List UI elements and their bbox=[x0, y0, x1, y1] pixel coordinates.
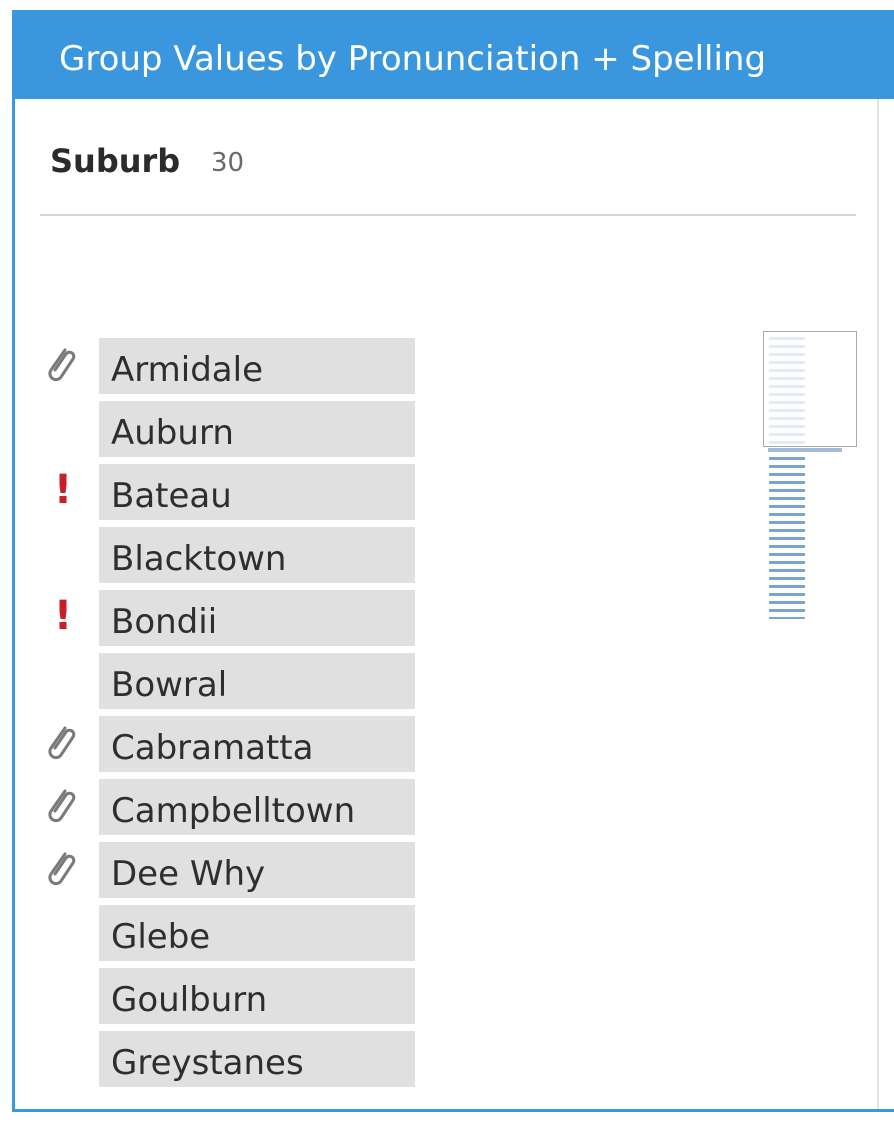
value-row: Glebe bbox=[40, 903, 420, 966]
paperclip-icon bbox=[40, 340, 80, 388]
value-row: Greystanes bbox=[40, 1029, 420, 1092]
value-row: Campbelltown bbox=[40, 777, 420, 840]
value-row: Bowral bbox=[40, 651, 420, 714]
value-chip[interactable]: Greystanes bbox=[99, 1031, 415, 1087]
value-row: Blacktown bbox=[40, 525, 420, 588]
field-name: Suburb bbox=[50, 142, 181, 180]
value-chip[interactable]: Glebe bbox=[99, 905, 415, 961]
paperclip-icon bbox=[40, 718, 80, 766]
overview-scrollbar[interactable] bbox=[763, 331, 857, 623]
value-chip[interactable]: Dee Why bbox=[99, 842, 415, 898]
paperclip-icon bbox=[40, 781, 80, 829]
paperclip-icon bbox=[40, 844, 80, 892]
value-row: Cabramatta bbox=[40, 714, 420, 777]
overview-viewport-handle[interactable] bbox=[763, 331, 857, 452]
value-chip[interactable]: Goulburn bbox=[99, 968, 415, 1024]
value-row: ! Bondii bbox=[40, 588, 420, 651]
value-chip[interactable]: Campbelltown bbox=[99, 779, 415, 835]
value-row: Dee Why bbox=[40, 840, 420, 903]
value-row: ! Bateau bbox=[40, 462, 420, 525]
warning-icon: ! bbox=[53, 467, 73, 513]
value-row: Auburn bbox=[40, 399, 420, 462]
value-chip[interactable]: Bowral bbox=[99, 653, 415, 709]
panel-header: Group Values by Pronunciation + Spelling bbox=[15, 13, 894, 99]
panel-title: Group Values by Pronunciation + Spelling bbox=[59, 39, 767, 79]
value-chip[interactable]: Cabramatta bbox=[99, 716, 415, 772]
value-list: Armidale Auburn! Bateau Blacktown! Bondii Bow… bbox=[40, 336, 420, 1092]
value-row: Armidale bbox=[40, 336, 420, 399]
panel-right-divider bbox=[877, 99, 879, 1109]
warning-icon: ! bbox=[53, 593, 73, 639]
header-divider bbox=[40, 214, 856, 216]
group-values-panel: Group Values by Pronunciation + Spelling… bbox=[12, 10, 894, 1112]
value-chip[interactable]: Bondii bbox=[99, 590, 415, 646]
value-chip[interactable]: Blacktown bbox=[99, 527, 415, 583]
value-chip[interactable]: Bateau bbox=[99, 464, 415, 520]
value-row: Goulburn bbox=[40, 966, 420, 1029]
value-chip[interactable]: Armidale bbox=[99, 338, 415, 394]
field-value-count: 30 bbox=[211, 148, 245, 178]
value-chip[interactable]: Auburn bbox=[99, 401, 415, 457]
